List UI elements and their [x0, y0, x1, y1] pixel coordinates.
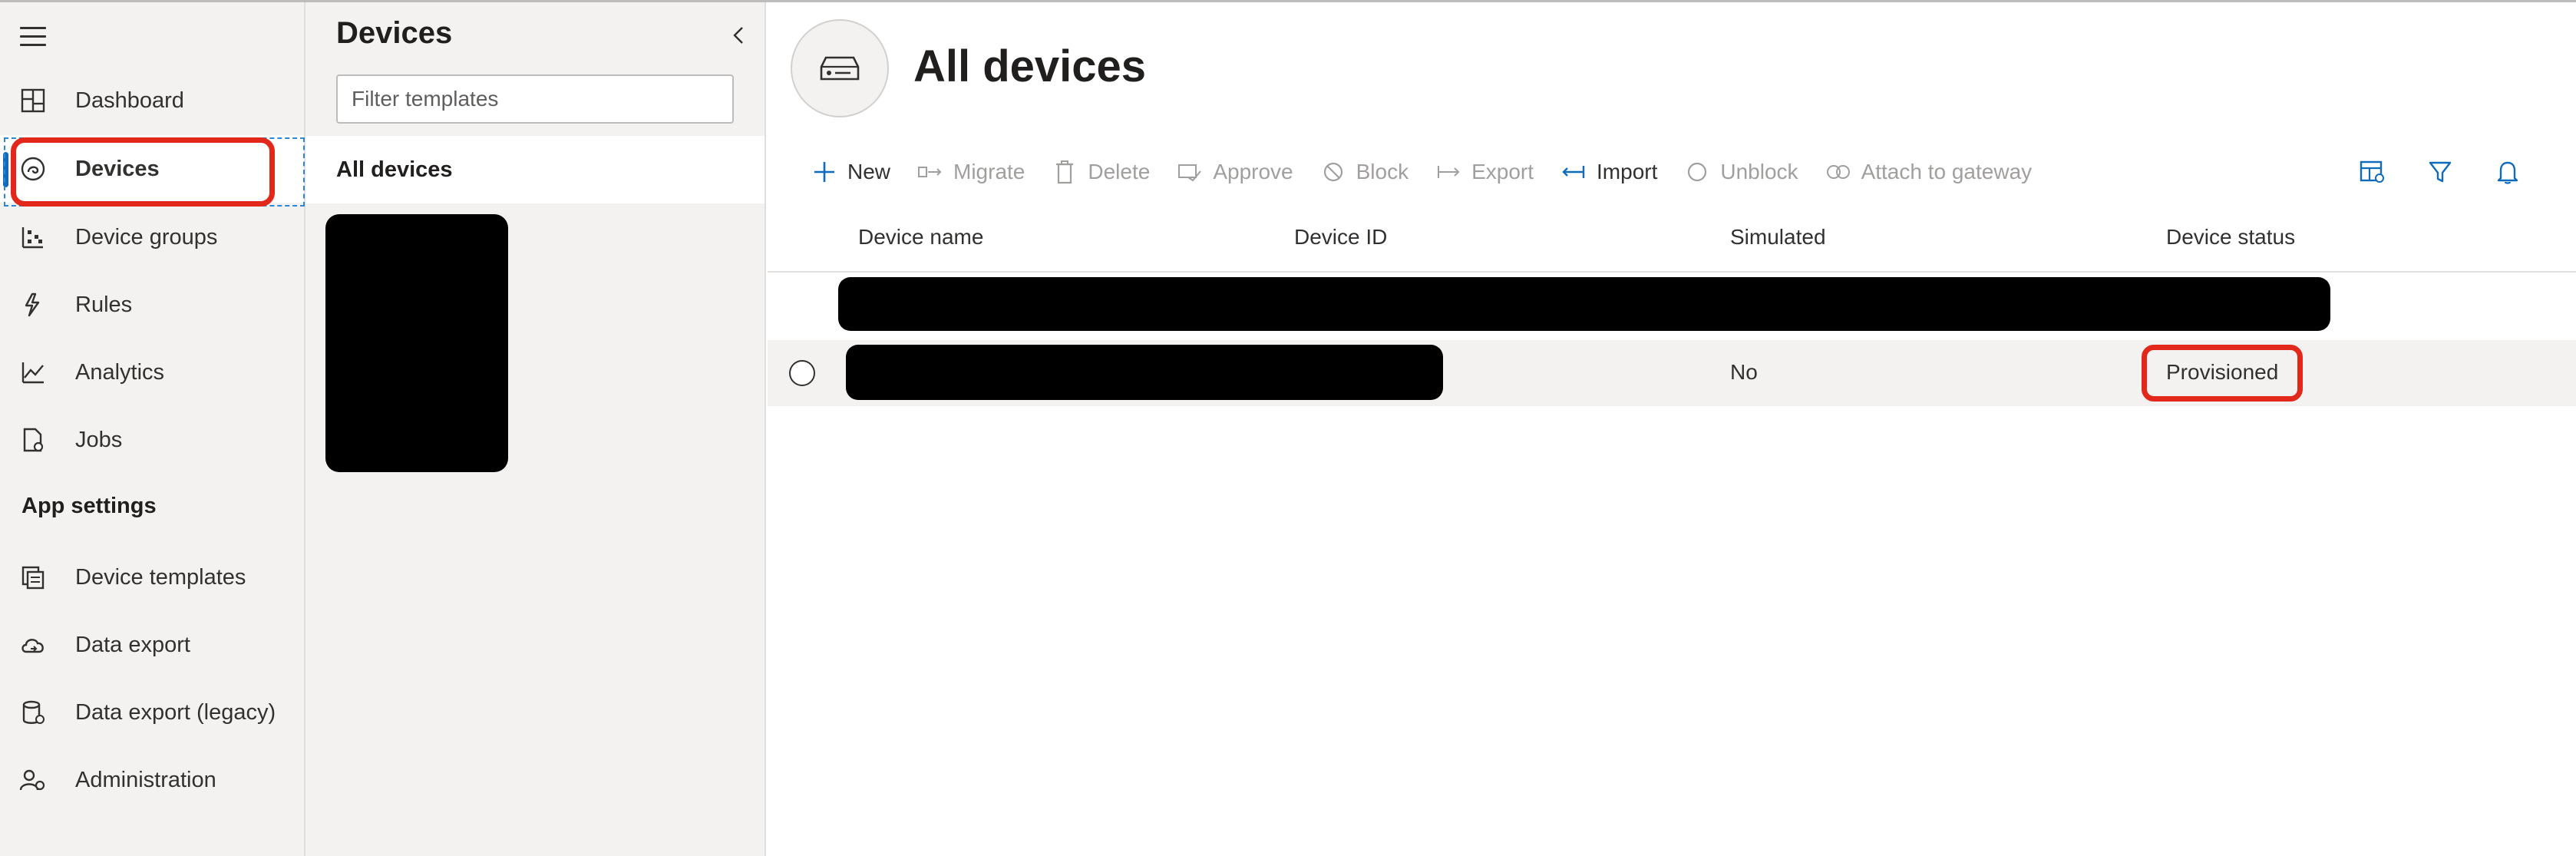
migrate-button[interactable]: Migrate: [916, 158, 1025, 186]
redacted-template-list: [325, 214, 508, 472]
unblock-button[interactable]: Unblock: [1683, 158, 1798, 186]
data-export-icon: [17, 629, 49, 661]
highlight-box-status: [2142, 345, 2303, 402]
nav-item-label: Analytics: [75, 359, 165, 385]
nav-item-device-groups[interactable]: Device groups: [0, 203, 304, 271]
filter-templates-input[interactable]: [336, 74, 734, 124]
plus-icon: [811, 158, 838, 186]
nav-item-data-export-legacy[interactable]: Data export (legacy): [0, 679, 304, 746]
migrate-icon: [916, 158, 944, 186]
nav-item-label: Data export (legacy): [75, 699, 276, 725]
nav-item-label: Administration: [75, 767, 216, 792]
pane-title: Devices: [336, 16, 453, 50]
redacted-row: [838, 277, 2330, 331]
block-button[interactable]: Block: [1319, 158, 1409, 186]
approve-icon: [1176, 158, 1204, 186]
import-icon: [1560, 158, 1587, 186]
column-device-id[interactable]: Device ID: [1294, 225, 1387, 250]
nav-item-data-export[interactable]: Data export: [0, 611, 304, 679]
export-button[interactable]: Export: [1435, 158, 1534, 186]
nav-item-device-templates[interactable]: Device templates: [0, 544, 304, 611]
trash-icon: [1051, 158, 1078, 186]
nav-item-administration[interactable]: Administration: [0, 746, 304, 814]
page-title: All devices: [913, 41, 1147, 91]
filter-icon[interactable]: [2421, 153, 2459, 191]
dashboard-icon: [17, 84, 49, 117]
row-select-radio[interactable]: [789, 360, 815, 386]
column-simulated[interactable]: Simulated: [1730, 225, 1826, 250]
nav-item-jobs[interactable]: Jobs: [0, 406, 304, 474]
column-device-name[interactable]: Device name: [858, 225, 983, 250]
data-export-legacy-icon: [17, 696, 49, 729]
administration-icon: [17, 764, 49, 796]
nav-item-label: Device templates: [75, 564, 246, 590]
edit-columns-icon[interactable]: [2353, 153, 2392, 191]
left-navigation: Dashboard Devices Device groups Rules An…: [0, 2, 305, 856]
device-groups-icon: [17, 221, 49, 253]
main-content: All devices New Migrate Delete Approve B…: [768, 2, 2576, 856]
nav-item-label: Data export: [75, 632, 190, 657]
redacted-device-name: [846, 345, 1443, 400]
column-device-status[interactable]: Device status: [2166, 225, 2295, 250]
device-templates-icon: [17, 561, 49, 593]
hamburger-menu-icon[interactable]: [20, 27, 46, 47]
import-button[interactable]: Import: [1560, 158, 1657, 186]
nav-item-analytics[interactable]: Analytics: [0, 339, 304, 406]
table-row[interactable]: No Provisioned: [768, 340, 2576, 406]
all-devices-item[interactable]: All devices: [305, 136, 765, 203]
delete-button[interactable]: Delete: [1051, 158, 1150, 186]
export-icon: [1435, 158, 1462, 186]
command-bar: New Migrate Delete Approve Block Export …: [811, 153, 2058, 191]
unblock-icon: [1683, 158, 1711, 186]
attach-to-gateway-button[interactable]: Attach to gateway: [1825, 158, 2032, 186]
jobs-icon: [17, 424, 49, 456]
attach-icon: [1825, 158, 1852, 186]
nav-item-rules[interactable]: Rules: [0, 271, 304, 339]
device-templates-pane: Devices All devices: [305, 2, 766, 856]
nav-item-label: Rules: [75, 292, 133, 317]
analytics-icon: [17, 356, 49, 388]
nav-item-label: Device groups: [75, 224, 218, 250]
device-avatar-icon: [791, 19, 889, 117]
approve-button[interactable]: Approve: [1176, 158, 1293, 186]
nav-item-label: Dashboard: [75, 88, 184, 113]
nav-item-dashboard[interactable]: Dashboard: [0, 67, 304, 134]
rules-icon: [17, 289, 49, 321]
table-header: Device name Device ID Simulated Device s…: [768, 205, 2576, 273]
nav-item-label: Jobs: [75, 427, 123, 452]
block-icon: [1319, 158, 1347, 186]
highlight-box-devices: [11, 137, 275, 207]
new-button[interactable]: New: [811, 158, 890, 186]
collapse-chevron-icon[interactable]: [729, 25, 749, 45]
app-settings-heading: App settings: [21, 494, 157, 518]
notifications-bell-icon[interactable]: [2488, 153, 2527, 191]
simulated-cell: No: [1730, 360, 1758, 384]
